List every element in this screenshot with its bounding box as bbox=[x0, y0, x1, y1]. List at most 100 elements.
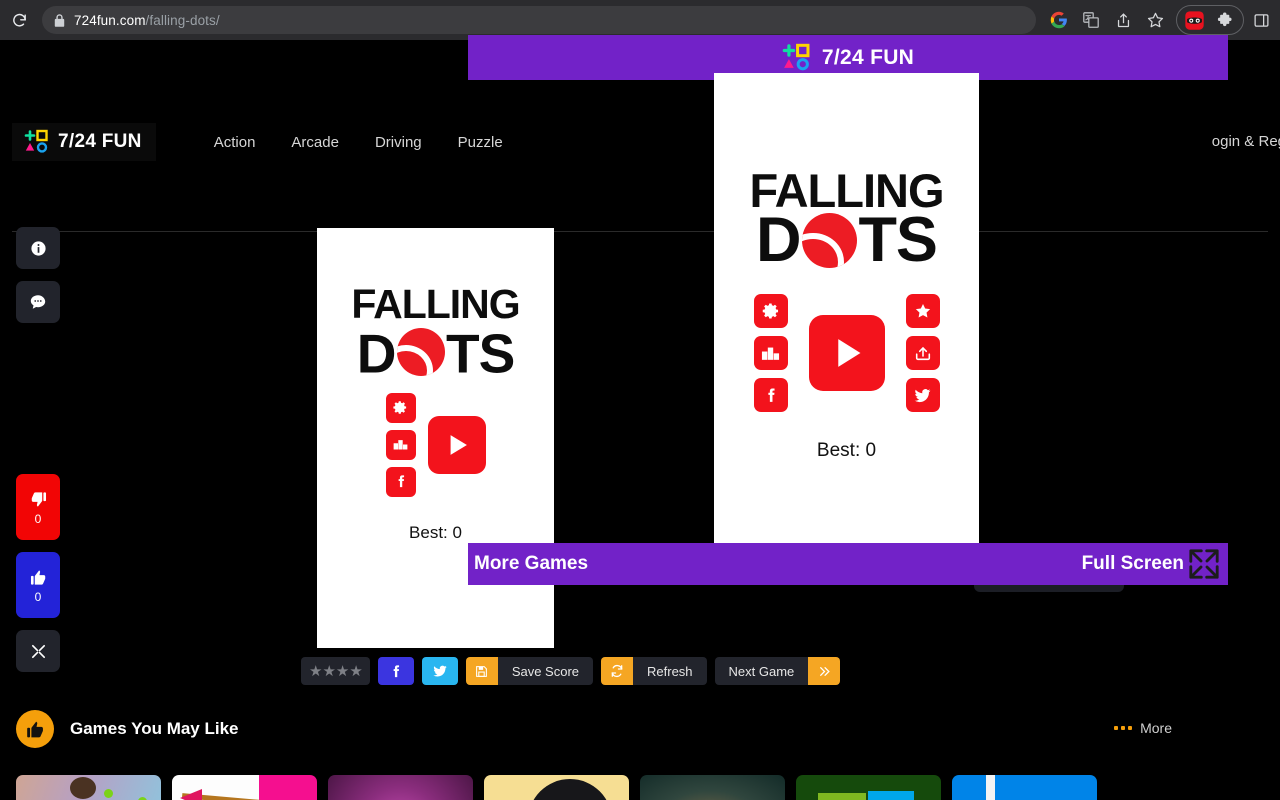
more-games-button[interactable]: More Games bbox=[474, 553, 588, 575]
fullscreen-toggle-button[interactable] bbox=[16, 630, 60, 672]
refresh-label: Refresh bbox=[633, 657, 707, 685]
ninja-extension-icon[interactable] bbox=[1179, 5, 1209, 35]
refresh-button[interactable]: Refresh bbox=[601, 657, 707, 685]
facebook-share-button[interactable] bbox=[377, 657, 414, 685]
twitter-icon bbox=[914, 388, 931, 402]
facebook-icon bbox=[768, 388, 775, 402]
next-game-label: Next Game bbox=[714, 657, 809, 685]
brand-shapes-icon bbox=[782, 43, 810, 70]
red-dot-icon bbox=[396, 327, 445, 377]
game-card-3[interactable] bbox=[328, 775, 473, 800]
twitter-share-button[interactable] bbox=[421, 657, 458, 685]
nav-link-action[interactable]: Action bbox=[214, 134, 256, 151]
leaderboard-button[interactable] bbox=[385, 429, 416, 460]
recommendations-header: Games You May Like bbox=[16, 710, 239, 748]
facebook-share-button[interactable] bbox=[385, 466, 416, 497]
comments-button[interactable] bbox=[16, 281, 60, 323]
game-card-2[interactable] bbox=[172, 775, 317, 800]
like-count: 0 bbox=[34, 589, 42, 604]
more-label: More bbox=[1140, 720, 1172, 736]
dislike-button[interactable]: 0 bbox=[16, 474, 60, 540]
google-icon[interactable] bbox=[1044, 5, 1074, 35]
lock-icon bbox=[54, 13, 65, 27]
red-dot-icon bbox=[801, 212, 858, 269]
translate-icon[interactable] bbox=[1076, 5, 1106, 35]
save-score-button[interactable]: Save Score bbox=[465, 657, 594, 685]
share-icon[interactable] bbox=[1108, 5, 1138, 35]
browser-action-icons bbox=[1044, 5, 1280, 35]
leaderboard-button[interactable] bbox=[753, 336, 788, 371]
podium-icon bbox=[761, 347, 780, 360]
star-rating[interactable]: ★ ★ ★ ★ bbox=[301, 657, 370, 685]
game-card-6[interactable] bbox=[796, 775, 941, 800]
game-logo: FALLING D TS bbox=[749, 167, 944, 276]
refresh-icon bbox=[601, 657, 634, 685]
star-icon bbox=[915, 304, 930, 318]
next-game-button[interactable]: Next Game bbox=[714, 657, 841, 685]
game-card-7[interactable] bbox=[952, 775, 1097, 800]
reload-icon[interactable] bbox=[4, 5, 34, 35]
nav-link-driving[interactable]: Driving bbox=[375, 134, 422, 151]
screen: 724fun.com/falling-dots/ 7/24 FUN Action… bbox=[0, 0, 1280, 800]
info-icon bbox=[30, 240, 46, 256]
double-chevron-right-icon bbox=[808, 657, 841, 685]
star-icon[interactable]: ★ bbox=[336, 662, 349, 680]
recommendations-row bbox=[16, 775, 1097, 800]
full-screen-button[interactable]: Full Screen bbox=[1082, 546, 1222, 582]
play-button[interactable] bbox=[808, 315, 885, 392]
twitter-share-button[interactable] bbox=[905, 378, 940, 413]
like-button[interactable]: 0 bbox=[16, 552, 60, 618]
fullscreen-arrows-icon bbox=[1189, 549, 1219, 579]
url-text: 724fun.com/falling-dots/ bbox=[74, 13, 220, 28]
recommendations-more-link[interactable]: More bbox=[1114, 720, 1172, 736]
overlay-title: 7/24 FUN bbox=[821, 45, 915, 69]
star-icon[interactable]: ★ bbox=[349, 662, 362, 680]
thumbs-up-icon bbox=[30, 569, 45, 585]
expand-arrows-icon bbox=[31, 644, 45, 658]
play-icon bbox=[837, 339, 860, 368]
share-upload-button[interactable] bbox=[905, 336, 940, 371]
favorite-button[interactable] bbox=[905, 294, 940, 329]
nav-link-arcade[interactable]: Arcade bbox=[291, 134, 339, 151]
play-icon bbox=[450, 434, 467, 455]
settings-button[interactable] bbox=[385, 392, 416, 423]
info-button[interactable] bbox=[16, 227, 60, 269]
puzzle-extensions-icon[interactable] bbox=[1211, 5, 1241, 35]
vote-rail: 0 0 bbox=[16, 474, 60, 672]
game-card-1[interactable] bbox=[16, 775, 161, 800]
three-dots-icon bbox=[1114, 726, 1133, 730]
game-title-line2: D TS bbox=[756, 205, 938, 276]
sidepanel-icon[interactable] bbox=[1246, 5, 1276, 35]
browser-toolbar: 724fun.com/falling-dots/ bbox=[0, 0, 1280, 40]
thumbs-up-circle-icon bbox=[16, 710, 54, 748]
dislike-count: 0 bbox=[34, 511, 42, 526]
nav-links: Action Arcade Driving Puzzle bbox=[214, 134, 503, 151]
settings-button[interactable] bbox=[753, 294, 788, 329]
game-card-4[interactable] bbox=[484, 775, 629, 800]
url-path: /falling-dots/ bbox=[145, 12, 220, 28]
game-menu-buttons bbox=[750, 294, 944, 413]
facebook-icon bbox=[398, 475, 405, 488]
game-overlay: 7/24 FUN FALLING D TS Best: 0 More Games… bbox=[468, 35, 1228, 585]
best-score: Best: 0 bbox=[816, 440, 877, 462]
facebook-share-button[interactable] bbox=[753, 378, 788, 413]
twitter-icon bbox=[433, 665, 447, 677]
full-screen-label: Full Screen bbox=[1081, 553, 1184, 574]
site-logo[interactable]: 7/24 FUN bbox=[12, 123, 156, 161]
game-card-5[interactable] bbox=[640, 775, 785, 800]
star-icon[interactable]: ★ bbox=[309, 662, 322, 680]
save-score-label: Save Score bbox=[497, 657, 594, 685]
background-best-score: Best: 0 bbox=[409, 522, 462, 542]
address-bar[interactable]: 724fun.com/falling-dots/ bbox=[42, 6, 1036, 34]
star-icon[interactable]: ★ bbox=[322, 662, 335, 680]
recommendations-title: Games You May Like bbox=[70, 719, 239, 738]
comment-icon bbox=[30, 295, 46, 309]
podium-icon bbox=[393, 440, 408, 450]
game-stage[interactable]: FALLING D TS Best: 0 bbox=[714, 73, 979, 580]
brand-shapes-icon bbox=[24, 129, 48, 153]
bookmark-star-icon[interactable] bbox=[1140, 5, 1170, 35]
upload-icon bbox=[915, 347, 930, 361]
floppy-disk-icon bbox=[465, 657, 498, 685]
facebook-icon bbox=[393, 664, 400, 677]
url-domain: 724fun.com bbox=[74, 12, 146, 28]
